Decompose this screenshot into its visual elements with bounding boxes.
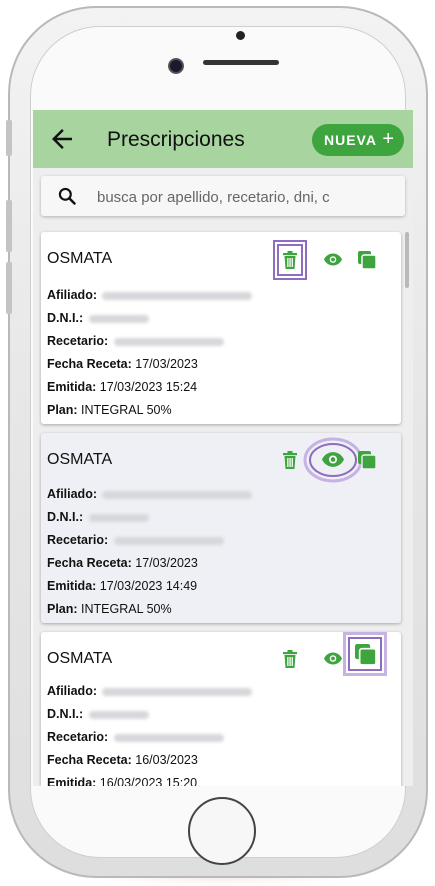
app-screen: Prescripciones NUEVA + OSMATA Afili	[33, 110, 413, 786]
recetario-row: Recetario:	[47, 334, 224, 348]
fecha-receta-label: Fecha Receta:	[47, 556, 132, 570]
provider-name: OSMATA	[47, 650, 113, 667]
new-prescription-button[interactable]: NUEVA +	[312, 124, 404, 156]
dni-label: D.N.I.:	[47, 707, 84, 721]
fecha-receta-value: 16/03/2023	[135, 753, 198, 767]
prescription-card[interactable]: OSMATA Afiliado: D.N.I.: Recetario: Fech…	[41, 433, 401, 623]
fecha-receta-row: Fecha Receta: 17/03/2023	[47, 556, 198, 570]
phone-side-button	[6, 120, 12, 156]
trash-icon[interactable]	[282, 251, 298, 269]
afiliado-label: Afiliado:	[47, 288, 97, 302]
eye-icon[interactable]	[324, 652, 342, 665]
afiliado-label: Afiliado:	[47, 487, 97, 501]
plan-value: INTEGRAL 50%	[81, 403, 172, 417]
provider-name: OSMATA	[47, 250, 113, 267]
trash-icon[interactable]	[282, 451, 298, 469]
afiliado-label: Afiliado:	[47, 684, 97, 698]
recetario-label: Recetario:	[47, 533, 109, 547]
search-bar	[41, 176, 405, 218]
copy-icon[interactable]	[358, 251, 376, 269]
dni-row: D.N.I.:	[47, 311, 149, 325]
recetario-row: Recetario:	[47, 730, 224, 744]
emitida-value: 17/03/2023 14:49	[99, 579, 198, 593]
phone-speaker	[203, 60, 279, 65]
phone-side-button	[6, 262, 12, 314]
prescription-card[interactable]: OSMATA Afiliado: D.N.I.: Recetario: Fech…	[41, 632, 401, 786]
fecha-receta-value: 17/03/2023	[135, 357, 198, 371]
page-title: Prescripciones	[107, 128, 245, 151]
emitida-row: Emitida: 17/03/2023 15:24	[47, 380, 197, 394]
redacted-value	[88, 314, 149, 323]
redacted-value	[88, 710, 149, 719]
emitida-label: Emitida:	[47, 380, 97, 394]
redacted-value	[113, 733, 224, 742]
dni-label: D.N.I.:	[47, 311, 84, 325]
redacted-value	[102, 687, 253, 696]
fecha-receta-row: Fecha Receta: 16/03/2023	[47, 753, 198, 767]
trash-icon[interactable]	[282, 650, 298, 668]
emitida-label: Emitida:	[47, 776, 97, 786]
dni-row: D.N.I.:	[47, 510, 149, 524]
emitida-value: 17/03/2023 15:24	[99, 380, 198, 394]
plan-label: Plan:	[47, 403, 78, 417]
redacted-value	[88, 513, 149, 522]
fecha-receta-value: 17/03/2023	[135, 556, 198, 570]
new-button-label: NUEVA	[324, 132, 377, 148]
app-bar: Prescripciones NUEVA +	[33, 110, 413, 168]
recetario-row: Recetario:	[47, 533, 224, 547]
search-icon	[58, 187, 76, 205]
afiliado-row: Afiliado:	[47, 684, 253, 698]
recetario-label: Recetario:	[47, 730, 109, 744]
fecha-receta-label: Fecha Receta:	[47, 753, 132, 767]
dni-label: D.N.I.:	[47, 510, 84, 524]
home-button[interactable]	[188, 797, 256, 865]
fecha-receta-label: Fecha Receta:	[47, 357, 132, 371]
emitida-row: Emitida: 16/03/2023 15:20	[47, 776, 197, 786]
emitida-value: 16/03/2023 15:20	[99, 776, 198, 786]
plan-row: Plan: INTEGRAL 50%	[47, 403, 172, 417]
afiliado-row: Afiliado:	[47, 487, 253, 501]
plan-value: INTEGRAL 50%	[81, 602, 172, 616]
redacted-value	[113, 536, 224, 545]
redacted-value	[102, 291, 253, 300]
redacted-value	[102, 490, 253, 499]
afiliado-row: Afiliado:	[47, 288, 253, 302]
fecha-receta-row: Fecha Receta: 17/03/2023	[47, 357, 198, 371]
plus-icon: +	[382, 128, 394, 150]
back-arrow-icon[interactable]	[47, 124, 77, 154]
redacted-value	[113, 337, 224, 346]
eye-icon[interactable]	[322, 452, 344, 467]
recetario-label: Recetario:	[47, 334, 109, 348]
prescription-card[interactable]: OSMATA Afiliado: D.N.I.: Recetario: Fech…	[41, 232, 401, 424]
provider-name: OSMATA	[47, 451, 113, 468]
list-scrollbar[interactable]	[405, 232, 409, 288]
plan-label: Plan:	[47, 602, 78, 616]
emitida-label: Emitida:	[47, 579, 97, 593]
copy-icon[interactable]	[355, 644, 376, 665]
eye-icon[interactable]	[324, 253, 342, 266]
plan-row: Plan: INTEGRAL 50%	[47, 602, 172, 616]
emitida-row: Emitida: 17/03/2023 14:49	[47, 579, 197, 593]
dni-row: D.N.I.:	[47, 707, 149, 721]
copy-icon[interactable]	[358, 451, 376, 469]
phone-sensor	[236, 31, 245, 40]
phone-side-button	[6, 200, 12, 252]
phone-camera	[168, 58, 184, 74]
search-input[interactable]	[95, 176, 399, 218]
